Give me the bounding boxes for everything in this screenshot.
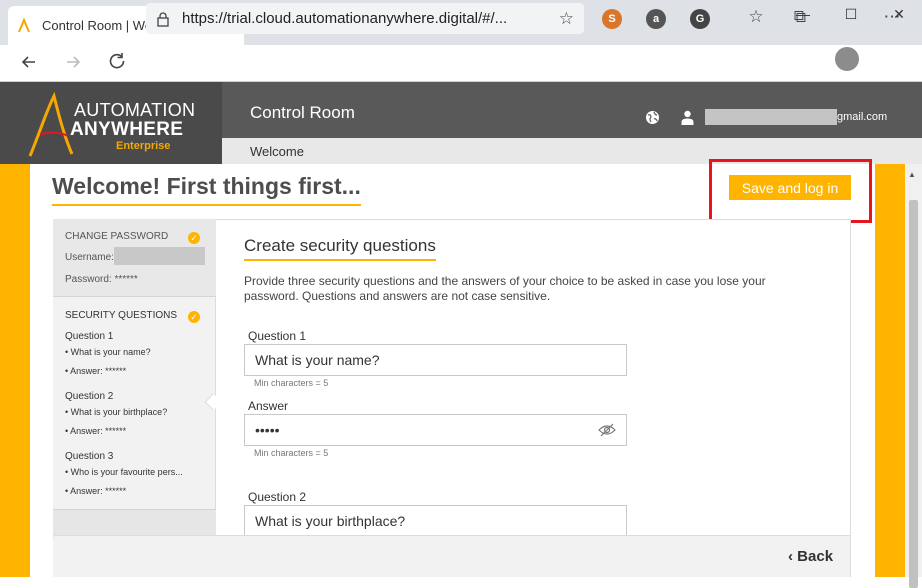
answer-1-input[interactable] (244, 414, 627, 446)
sidebar-question-3-text: • Who is your favourite pers... (65, 467, 183, 477)
question-2-label: Question 2 (248, 490, 307, 504)
redacted-username-mask (114, 247, 205, 265)
hide-password-eye-icon[interactable] (598, 422, 616, 438)
sidebar-question-1-label: Question 1 (65, 331, 114, 342)
sidebar-question-2-answer: • Answer: ****** (65, 426, 127, 436)
redacted-email-mask (705, 109, 837, 125)
app-title: Control Room (250, 103, 355, 122)
email-suffix: gmail.com (837, 111, 888, 123)
user-email[interactable]: gmail.com (705, 109, 887, 125)
sidebar-question-1-text: • What is your name? (65, 347, 151, 357)
chevron-left-icon: ‹ (788, 548, 798, 565)
more-menu-icon[interactable]: ⋯ (880, 7, 904, 27)
section-description: Provide three security questions and the… (244, 274, 766, 303)
back-button[interactable]: ‹ Back (788, 548, 833, 565)
ext-icon-3[interactable]: G (690, 9, 710, 29)
answer-1-label: Answer (248, 399, 289, 413)
page-title: Welcome! First things first... (52, 173, 361, 206)
breadcrumb-welcome[interactable]: Welcome (250, 144, 304, 159)
answer-1-hint: Min characters = 5 (254, 448, 329, 458)
globe-icon[interactable] (645, 110, 660, 125)
browser-profile-avatar[interactable] (835, 47, 859, 71)
logo-text-automation: AUTOMATION (74, 100, 196, 120)
user-icon[interactable] (681, 110, 694, 125)
security-questions-heading[interactable]: SECURITY QUESTIONS (65, 310, 177, 321)
address-bar[interactable]: https://trial.cloud.automationanywhere.d… (146, 3, 584, 34)
back-button-label: Back (797, 548, 834, 565)
wizard-footer (54, 535, 850, 577)
check-icon: ✓ (188, 311, 200, 323)
sidebar-question-3-answer: • Answer: ****** (65, 486, 127, 496)
browser-toolbar (0, 45, 922, 82)
sidebar-question-2-label: Question 2 (65, 391, 114, 402)
right-accent-bar (875, 164, 905, 577)
left-accent-bar (0, 164, 30, 577)
collections-icon[interactable]: ⧉ (788, 7, 812, 27)
ext-icon-1[interactable]: S (602, 9, 622, 29)
page-scrollbar[interactable]: ▲ (905, 164, 922, 588)
logo-text-anywhere: ANYWHERE (70, 119, 184, 140)
sidebar-question-3-label: Question 3 (65, 451, 114, 462)
refresh-icon[interactable] (107, 51, 127, 71)
check-icon: ✓ (188, 232, 200, 244)
change-password-heading: CHANGE PASSWORD (65, 231, 169, 242)
username-label: Username: (65, 252, 114, 263)
back-arrow-icon[interactable] (19, 52, 39, 72)
sidebar-question-1-answer: • Answer: ****** (65, 366, 127, 376)
question-2-input[interactable] (244, 505, 627, 537)
sidebar-question-2-text: • What is your birthplace? (65, 407, 168, 417)
ext-icon-2[interactable]: a (646, 9, 666, 29)
automation-anywhere-favicon-icon (18, 17, 30, 32)
forward-arrow-icon[interactable] (63, 52, 83, 72)
section-title: Create security questions (244, 236, 436, 261)
password-label: Password: ****** (65, 274, 138, 285)
favorite-star-icon[interactable]: ☆ (559, 9, 574, 29)
url-text: https://trial.cloud.automationanywhere.d… (182, 10, 508, 27)
question-1-label: Question 1 (248, 329, 307, 343)
highlight-box (709, 159, 872, 223)
scrollbar-thumb[interactable] (909, 200, 918, 588)
question-1-hint: Min characters = 5 (254, 378, 329, 388)
lock-icon (157, 11, 169, 27)
favorites-icon[interactable]: ☆ (744, 7, 768, 27)
logo-text-enterprise: Enterprise (116, 140, 171, 152)
scroll-up-icon[interactable]: ▲ (908, 170, 916, 179)
question-1-input[interactable] (244, 344, 627, 376)
maximize-button[interactable]: ☐ (836, 6, 866, 23)
